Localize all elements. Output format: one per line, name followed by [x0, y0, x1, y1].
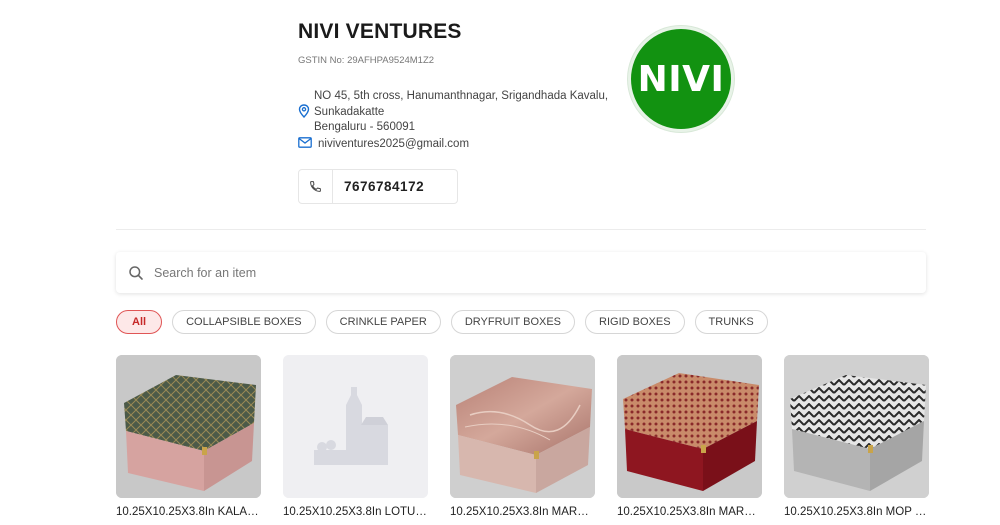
product-image[interactable]	[617, 355, 762, 498]
business-name: NIVI VENTURES	[298, 20, 462, 43]
product-title[interactable]: 10.25X10.25X3.8In MARO…	[617, 506, 762, 518]
header-divider	[116, 229, 926, 230]
category-chip-dryfruit-boxes[interactable]: DRYFRUIT BOXES	[450, 310, 576, 334]
category-chip-all[interactable]: All	[116, 310, 163, 334]
phone-contact[interactable]: 7676784172	[298, 169, 458, 204]
phone-number[interactable]: 7676784172	[333, 179, 424, 194]
product-image[interactable]	[116, 355, 261, 498]
email-address[interactable]: niviventures2025@gmail.com	[318, 138, 469, 150]
product-title[interactable]: 10.25X10.25X3.8In LOTU…	[283, 506, 428, 518]
product-title[interactable]: 10.25X10.25X3.8In MARB…	[450, 506, 595, 518]
gstin-number: GSTIN No: 29AFHPA9524M1Z2	[298, 55, 435, 66]
address-line-3: Bengaluru - 560091	[314, 121, 416, 133]
logo-text: NIVI	[637, 58, 725, 100]
location-pin-icon	[298, 104, 310, 136]
mail-icon	[298, 135, 312, 153]
product-card[interactable]: 10.25X10.25X3.8In KALA…	[116, 355, 261, 525]
search-input[interactable]	[154, 265, 854, 280]
category-chip-crinkle-paper[interactable]: CRINKLE PAPER	[325, 310, 441, 334]
product-card[interactable]: 10.25X10.25X3.8In MARO…	[617, 355, 762, 525]
address-line-1: NO 45, 5th cross, Hanumanthnagar, Srigan…	[314, 90, 609, 102]
category-chip-trunks[interactable]: TRUNKS	[694, 310, 768, 334]
product-image-placeholder[interactable]	[283, 355, 428, 498]
product-title[interactable]: 10.25X10.25X3.8In KALA…	[116, 506, 261, 518]
product-subtitle	[617, 520, 762, 525]
address: NO 45, 5th cross, Hanumanthnagar, Srigan…	[298, 89, 608, 136]
product-subtitle	[450, 520, 595, 525]
placeholder-grocery-icon	[283, 355, 428, 498]
product-subtitle	[283, 520, 428, 525]
category-chip-collapsible-boxes[interactable]: COLLAPSIBLE BOXES	[172, 310, 316, 334]
search-bar[interactable]	[116, 252, 926, 293]
product-card[interactable]: 10.25X10.25X3.8In LOTU…	[283, 355, 428, 525]
product-subtitle	[116, 520, 261, 525]
business-logo: NIVI	[628, 26, 734, 132]
product-image[interactable]	[784, 355, 929, 498]
phone-icon	[299, 170, 333, 203]
product-card[interactable]: 10.25X10.25X3.8In MARB…	[450, 355, 595, 525]
category-chip-rigid-boxes[interactable]: RIGID BOXES	[585, 310, 685, 334]
search-icon	[128, 265, 144, 281]
product-title[interactable]: 10.25X10.25X3.8In MOP …	[784, 506, 929, 518]
product-grid: 10.25X10.25X3.8In KALA… 10.25X10.25X3.8I…	[116, 355, 929, 525]
product-image[interactable]	[450, 355, 595, 498]
category-filters: All COLLAPSIBLE BOXES CRINKLE PAPER DRYF…	[116, 310, 778, 334]
business-header: NIVI VENTURES GSTIN No: 29AFHPA9524M1Z2 …	[0, 0, 1000, 230]
address-line-2: Sunkadakatte	[314, 105, 385, 118]
email-row[interactable]: niviventures2025@gmail.com	[298, 135, 469, 153]
product-subtitle	[784, 520, 929, 525]
product-card[interactable]: 10.25X10.25X3.8In MOP …	[784, 355, 929, 525]
